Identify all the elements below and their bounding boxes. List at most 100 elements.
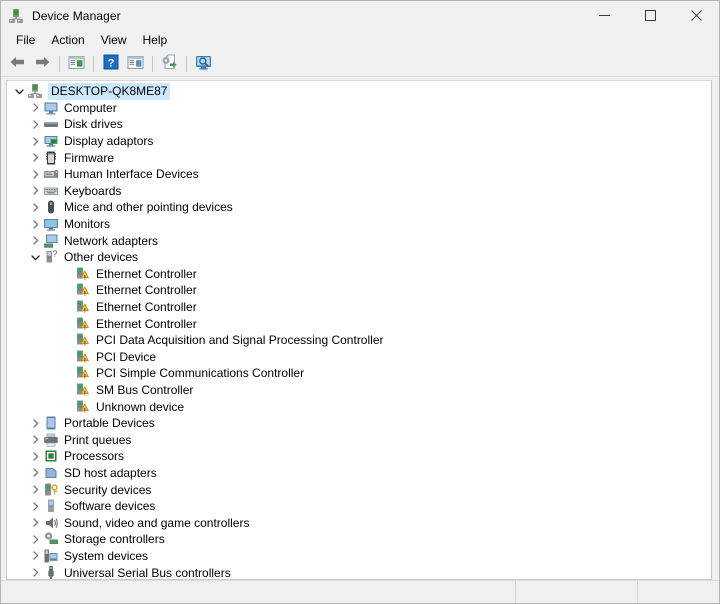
processor-icon <box>43 448 59 464</box>
chevron-right-icon[interactable] <box>27 448 43 464</box>
tree-row-network-adapters[interactable]: Network adapters <box>7 232 711 249</box>
network-adapter-icon <box>43 233 59 249</box>
tree-row-ethernet-controller[interactable]: ! Ethernet Controller <box>7 282 711 299</box>
svg-text:!: ! <box>84 358 86 364</box>
chevron-right-icon[interactable] <box>27 415 43 431</box>
warning-device-icon: ! <box>75 399 91 415</box>
warning-device-icon: ! <box>75 266 91 282</box>
chevron-right-icon[interactable] <box>27 166 43 182</box>
tree-row-other-devices[interactable]: ? Other devices <box>7 249 711 266</box>
tree-row-pci-device[interactable]: ! PCI Device <box>7 349 711 366</box>
status-bar <box>1 580 719 603</box>
menu-item-view[interactable]: View <box>93 31 135 50</box>
menu-item-help[interactable]: Help <box>135 31 176 50</box>
tree-item-label: Monitors <box>64 217 111 232</box>
tree-row-firmware[interactable]: Firmware <box>7 149 711 166</box>
warning-device-icon: ! <box>75 299 91 315</box>
tree-item-label: PCI Device <box>96 349 157 364</box>
tree-row-sd-host-adapters[interactable]: SD host adapters <box>7 465 711 482</box>
forward-button[interactable] <box>31 53 54 75</box>
tree-item-label: Human Interface Devices <box>64 167 199 182</box>
tree-row-portable-devices[interactable]: Portable Devices <box>7 415 711 432</box>
tree-item-label: Keyboards <box>64 183 122 198</box>
chevron-down-icon[interactable] <box>11 83 27 99</box>
tree-item-label: Ethernet Controller <box>96 300 197 315</box>
tree-row-display-adaptors[interactable]: Display adaptors <box>7 133 711 150</box>
tree-item-label: Firmware <box>64 150 114 165</box>
update-driver-button[interactable] <box>158 53 181 75</box>
hid-icon <box>43 166 59 182</box>
tree-row-usb-controllers[interactable]: Universal Serial Bus controllers <box>7 564 711 579</box>
properties-button[interactable] <box>124 53 147 75</box>
tree-row-sm-bus-controller[interactable]: ! SM Bus Controller <box>7 382 711 399</box>
scan-monitor-icon <box>195 55 212 73</box>
display-adapter-icon <box>43 133 59 149</box>
back-button[interactable] <box>6 53 29 75</box>
chevron-right-icon[interactable] <box>27 233 43 249</box>
scan-hardware-changes-button[interactable] <box>192 53 215 75</box>
tree-row-ethernet-controller[interactable]: ! Ethernet Controller <box>7 299 711 316</box>
tree-row-keyboards[interactable]: Keyboards <box>7 183 711 200</box>
security-device-icon <box>43 482 59 498</box>
maximize-button[interactable] <box>627 1 673 30</box>
tree-row-system-devices[interactable]: System devices <box>7 548 711 565</box>
menu-item-file[interactable]: File <box>8 31 43 50</box>
help-button[interactable]: ? <box>99 53 122 75</box>
tree-root-label: DESKTOP-QK8ME87 <box>48 82 171 100</box>
tree-row-computer[interactable]: Computer <box>7 100 711 117</box>
tree-row-processors[interactable]: Processors <box>7 448 711 465</box>
close-button[interactable] <box>673 1 719 30</box>
device-tree[interactable]: DESKTOP-QK8ME87 Computer Disk drives Dis… <box>6 80 712 580</box>
minimize-button[interactable] <box>581 1 627 30</box>
chevron-right-icon[interactable] <box>27 100 43 116</box>
tree-row-security-devices[interactable]: Security devices <box>7 481 711 498</box>
tree-row-sound-video-game-controllers[interactable]: Sound, video and game controllers <box>7 514 711 531</box>
chevron-right-icon[interactable] <box>27 133 43 149</box>
svg-text:?: ? <box>53 250 58 259</box>
menu-item-action[interactable]: Action <box>43 31 92 50</box>
computer-icon <box>43 100 59 116</box>
tree-row-unknown-device[interactable]: ! Unknown device <box>7 398 711 415</box>
chevron-right-icon[interactable] <box>27 548 43 564</box>
warning-device-icon: ! <box>75 382 91 398</box>
tree-row-ethernet-controller[interactable]: ! Ethernet Controller <box>7 266 711 283</box>
chevron-right-icon[interactable] <box>27 531 43 547</box>
tree-row-storage-controllers[interactable]: Storage controllers <box>7 531 711 548</box>
chevron-down-icon[interactable] <box>27 249 43 265</box>
toolbar-separator-2 <box>93 55 94 72</box>
chevron-right-icon[interactable] <box>27 465 43 481</box>
status-pane-tertiary <box>638 581 719 603</box>
chevron-right-icon[interactable] <box>27 116 43 132</box>
tree-row-disk-drives[interactable]: Disk drives <box>7 116 711 133</box>
tree-row-print-queues[interactable]: Print queues <box>7 431 711 448</box>
tree-item-label: Processors <box>64 449 125 464</box>
tree-row-pci-simple-communications[interactable]: ! PCI Simple Communications Controller <box>7 365 711 382</box>
svg-text:!: ! <box>84 391 86 397</box>
tree-row-human-interface-devices[interactable]: Human Interface Devices <box>7 166 711 183</box>
tree-row-software-devices[interactable]: Software devices <box>7 498 711 515</box>
chevron-right-icon[interactable] <box>27 183 43 199</box>
warning-device-icon: ! <box>75 282 91 298</box>
tree-row-monitors[interactable]: Monitors <box>7 216 711 233</box>
console-tree-icon <box>68 55 85 73</box>
warning-device-icon: ! <box>75 316 91 332</box>
mouse-icon <box>43 199 59 215</box>
tree-item-label: Other devices <box>64 250 139 265</box>
update-driver-icon <box>161 54 178 73</box>
properties-window-icon <box>127 55 144 73</box>
chevron-right-icon[interactable] <box>27 432 43 448</box>
chevron-right-icon[interactable] <box>27 498 43 514</box>
tree-row-mice[interactable]: Mice and other pointing devices <box>7 199 711 216</box>
chevron-right-icon[interactable] <box>27 565 43 579</box>
chevron-right-icon[interactable] <box>27 515 43 531</box>
tree-row-pci-data-acquisition[interactable]: ! PCI Data Acquisition and Signal Proces… <box>7 332 711 349</box>
tree-row-ethernet-controller[interactable]: ! Ethernet Controller <box>7 315 711 332</box>
chevron-right-icon[interactable] <box>27 482 43 498</box>
chevron-right-icon[interactable] <box>27 199 43 215</box>
show-hide-console-tree-button[interactable] <box>65 53 88 75</box>
chevron-right-icon[interactable] <box>27 150 43 166</box>
tree-row-root[interactable]: DESKTOP-QK8ME87 <box>7 82 711 100</box>
chevron-right-icon[interactable] <box>27 216 43 232</box>
forward-arrow-icon <box>34 55 51 72</box>
tree-item-label: Portable Devices <box>64 416 155 431</box>
